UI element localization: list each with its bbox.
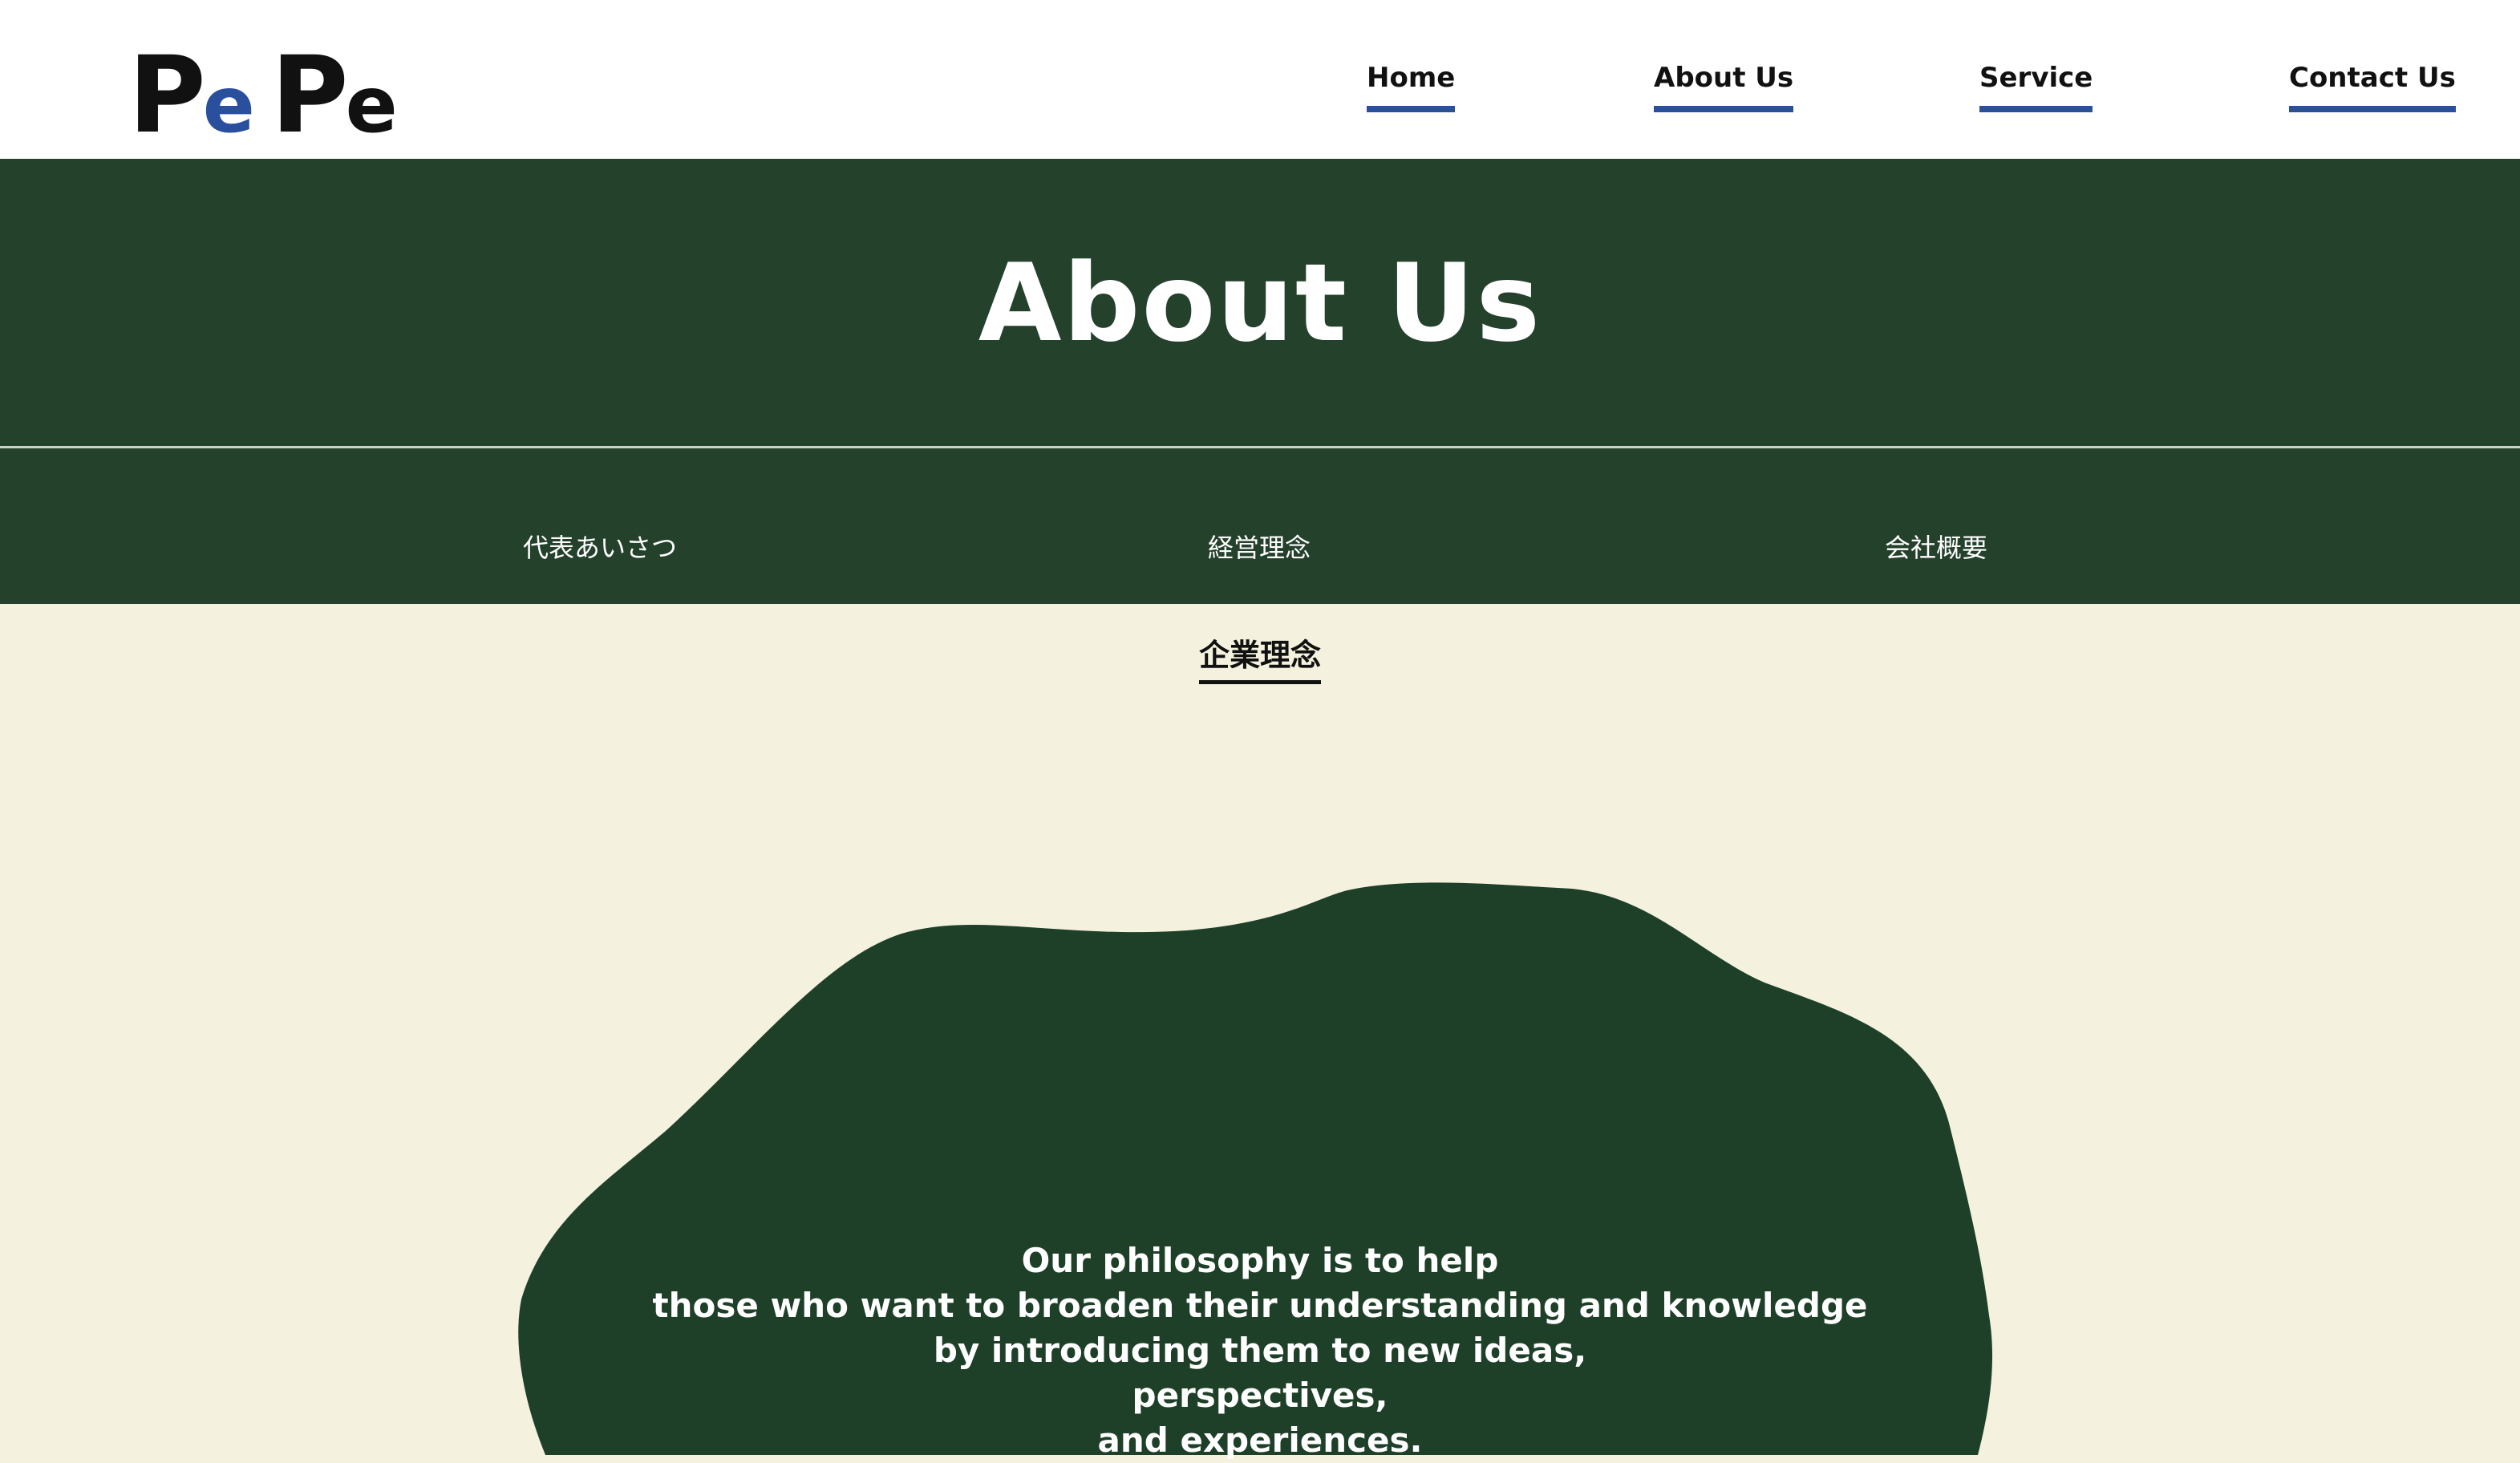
subnav-greeting-link[interactable]: 代表あいさつ bbox=[523, 532, 677, 564]
nav-contact-us-link[interactable]: Contact Us bbox=[2289, 58, 2456, 112]
logo-letter: P bbox=[270, 34, 349, 157]
philosophy-line: perspectives, bbox=[1132, 1376, 1388, 1415]
subnav-company-profile-link[interactable]: 会社概要 bbox=[1885, 532, 1987, 564]
pepe-logo[interactable]: Pe Pe bbox=[128, 34, 398, 157]
section-title: 企業理念 bbox=[1198, 635, 1321, 684]
philosophy-line: those who want to broaden their understa… bbox=[652, 1286, 1868, 1325]
site-header: Pe Pe Home About Us Service Contact Us bbox=[0, 0, 2520, 159]
philosophy-text: Our philosophy is to help those who want… bbox=[0, 1238, 2520, 1463]
philosophy-line: Our philosophy is to help bbox=[1021, 1241, 1499, 1280]
nav-service-link[interactable]: Service bbox=[1979, 58, 2093, 112]
subnav-management-philosophy-link[interactable]: 経営理念 bbox=[1208, 532, 1311, 564]
nav-about-us-link[interactable]: About Us bbox=[1654, 58, 1794, 112]
logo-letter: e bbox=[345, 60, 398, 150]
logo-letter: e bbox=[202, 60, 255, 150]
philosophy-line: and experiences. bbox=[1097, 1420, 1423, 1460]
page-title: About Us bbox=[978, 241, 1542, 366]
hero-banner: About Us bbox=[0, 159, 2520, 448]
philosophy-line: by introducing them to new ideas, bbox=[933, 1331, 1587, 1370]
nav-home-link[interactable]: Home bbox=[1367, 58, 1456, 112]
section-subnav: 代表あいさつ 経営理念 会社概要 bbox=[0, 448, 2520, 604]
logo-letter: P bbox=[128, 34, 206, 157]
